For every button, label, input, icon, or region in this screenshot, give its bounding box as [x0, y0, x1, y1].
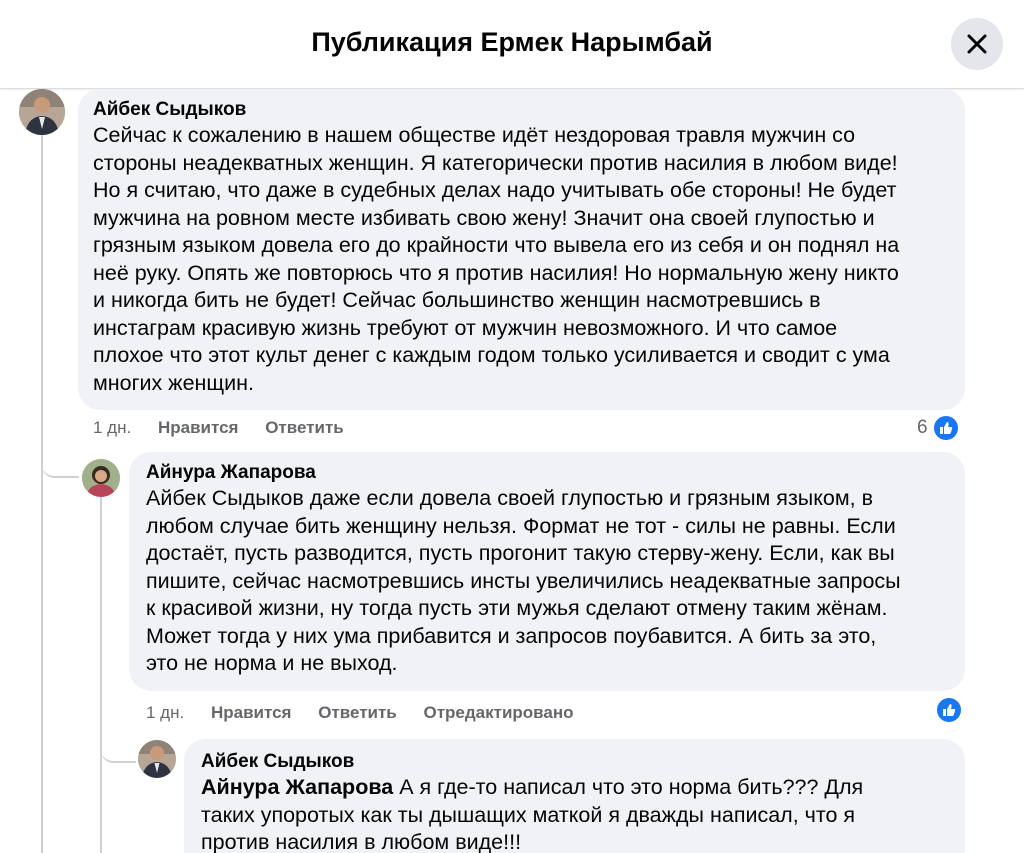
- comment-time[interactable]: 1 дн.: [93, 418, 131, 437]
- comment-text: Айнура Жапарова А я где-то написал что э…: [201, 774, 961, 853]
- reply-button[interactable]: Ответить: [265, 418, 344, 437]
- close-icon: [967, 34, 987, 54]
- like-count: 6: [917, 417, 928, 438]
- comment-text: Айбек Сыдыков даже если довела своей глу…: [146, 485, 962, 678]
- comment-author[interactable]: Айбек Сыдыков: [201, 751, 354, 773]
- comment-author[interactable]: Айбек Сыдыков: [93, 99, 246, 121]
- like-button[interactable]: Нравится: [211, 703, 292, 722]
- avatar[interactable]: [19, 89, 65, 135]
- thread-line: [41, 135, 43, 853]
- comment-line: и никогда бить не будет! Сейчас большинс…: [93, 288, 821, 312]
- comment-line: достаёт, пусть разводится, пусть прогони…: [146, 541, 895, 565]
- comment-line: любом случае бить женщину нельзя. Формат…: [146, 513, 896, 538]
- comment-line: инстаграм красивую жизнь требуют от мужч…: [93, 315, 838, 340]
- comment-line: Сейчас к сожалению в нашем обществе идёт…: [93, 123, 856, 147]
- comment-line: стороны неадекватных женщин. Я категорич…: [93, 150, 898, 175]
- comments-feed: Айбек Сыдыков Сейчас к сожалению в нашем…: [0, 89, 1024, 853]
- reaction-count[interactable]: 6: [917, 414, 960, 442]
- comment-line: пишите, сейчас насмотревшись инсты увели…: [146, 568, 901, 593]
- comment-line: многих женщин.: [93, 370, 254, 395]
- comment-line: плохое что этот культ денег с каждым год…: [93, 343, 890, 367]
- edited-label[interactable]: Отредактировано: [423, 703, 573, 722]
- thumbs-up-icon: [931, 414, 960, 442]
- comment-line: таких упоротых как ты дышащих маткой я д…: [201, 802, 856, 827]
- like-button[interactable]: Нравится: [158, 418, 239, 437]
- thread-connector-reply: [100, 729, 136, 763]
- close-button[interactable]: [951, 18, 1003, 70]
- comment-time[interactable]: 1 дн.: [146, 703, 184, 722]
- comment-line-rest: А я где-то написал что это норма бить???…: [393, 775, 864, 799]
- comment-line: Но я считаю, что даже в судебных делах н…: [93, 178, 897, 202]
- mention-link[interactable]: Айнура Жапарова: [201, 775, 393, 799]
- thread-connector: [41, 444, 79, 478]
- avatar[interactable]: [138, 740, 176, 778]
- comment-author[interactable]: Айнура Жапарова: [146, 462, 316, 484]
- comment-actions: 1 дн. Нравится Ответить Отредактировано: [146, 703, 596, 723]
- dialog-title: Публикация Ермек Нарымбай: [311, 27, 713, 57]
- dialog-header: Публикация Ермек Нарымбай: [0, 0, 1024, 89]
- comment-line: грязным языком довела его до крайности ч…: [93, 233, 900, 257]
- comment-line: неё руку. Опять же повторюсь что я проти…: [93, 260, 899, 285]
- reaction-count[interactable]: [935, 696, 963, 724]
- reply-button[interactable]: Ответить: [318, 703, 397, 722]
- comment-line: мужчина на ровном месте избивать свою же…: [93, 205, 875, 230]
- comment-line: Айнура Жапарова А я где-то написал что э…: [201, 774, 961, 802]
- comment-line: это не норма и не выход.: [146, 651, 398, 675]
- thumbs-up-icon: [935, 696, 963, 724]
- comment-text: Сейчас к сожалению в нашем обществе идёт…: [93, 122, 963, 397]
- comment-line: Айбек Сыдыков даже если довела своей глу…: [146, 486, 874, 510]
- comment-line: к красивой жизни, ну тогда пусть эти муж…: [146, 596, 888, 620]
- comment-line: против насилия в любом виде!!!: [201, 830, 522, 853]
- thread-line-reply: [100, 497, 102, 853]
- avatar[interactable]: [82, 459, 120, 497]
- comment-line: Может тогда у них ума прибавится и запро…: [146, 623, 877, 648]
- comment-actions: 1 дн. Нравится Ответить: [93, 418, 366, 438]
